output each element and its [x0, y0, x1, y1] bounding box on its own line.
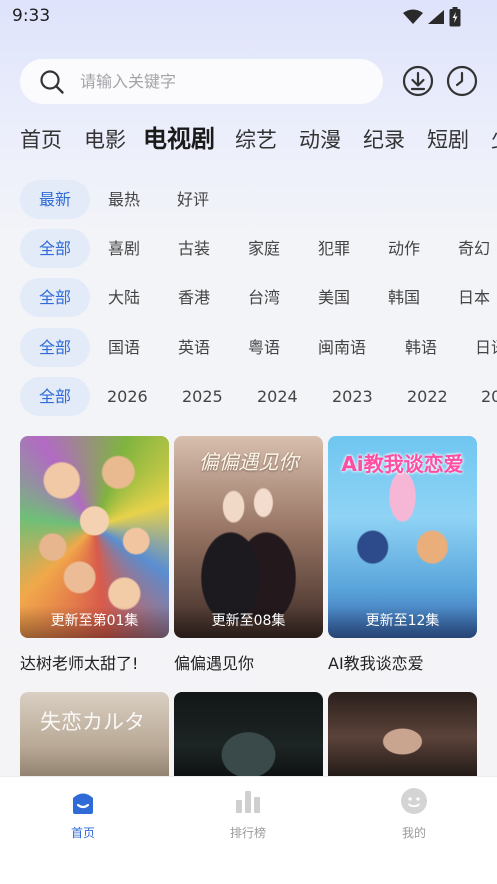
filter-chip[interactable]: 动作	[388, 229, 420, 268]
filter-chip[interactable]: 家庭	[248, 229, 280, 268]
poster[interactable]: Ai教我谈恋爱 更新至12集	[328, 436, 477, 638]
history-icon[interactable]	[446, 65, 478, 97]
nav-label: 首页	[70, 826, 95, 840]
filter-row-region: 全部 大陆 香港 台湾 美国 韩国 日本	[0, 278, 497, 318]
category-tabs: 首页 电影 电视剧 综艺 动漫 纪录 短剧 少	[20, 124, 497, 160]
filter-chip[interactable]: 奇幻	[458, 229, 490, 268]
filter-chip[interactable]: 2021	[481, 377, 497, 416]
filter-chip[interactable]: 韩国	[388, 278, 420, 317]
poster[interactable]: 失恋カルタ	[20, 692, 169, 782]
filter-chip[interactable]: 粤语	[248, 328, 280, 367]
filter-chip[interactable]: 全部	[20, 229, 90, 268]
filter-chip[interactable]: 2026	[107, 377, 148, 416]
filter-chip[interactable]: 国语	[108, 328, 140, 367]
tab-kids[interactable]: 少	[491, 124, 497, 156]
filter-chip[interactable]: 2023	[332, 377, 373, 416]
filter-chip[interactable]: 闽南语	[318, 328, 366, 367]
status-icons	[403, 7, 461, 27]
filter-row-genre: 全部 喜剧 古装 家庭 犯罪 动作 奇幻	[0, 229, 497, 269]
card-title: 偏偏遇见你	[174, 654, 255, 673]
ranking-icon	[236, 791, 260, 813]
filter-chip[interactable]: 最新	[20, 180, 90, 219]
tab-short-drama[interactable]: 短剧	[427, 124, 469, 156]
nav-home[interactable]: 首页	[33, 786, 133, 841]
filter-chip[interactable]: 犯罪	[318, 229, 350, 268]
tab-movie[interactable]: 电影	[84, 124, 126, 156]
search-bar[interactable]	[20, 59, 383, 104]
filter-row-language: 全部 国语 英语 粤语 闽南语 韩语 日语	[0, 328, 497, 368]
tab-tv-series[interactable]: 电视剧	[143, 124, 215, 155]
nav-ranking[interactable]: 排行榜	[198, 786, 298, 841]
drama-card[interactable]: 偏偏遇见你 更新至08集 偏偏遇见你	[174, 436, 323, 674]
tab-variety[interactable]: 综艺	[235, 124, 277, 156]
filter-chip[interactable]: 最热	[108, 180, 140, 219]
filter-chip[interactable]: 2022	[407, 377, 448, 416]
filter-row-sort: 最新 最热 好评	[0, 180, 497, 220]
poster[interactable]: 更新至第01集	[20, 436, 169, 638]
nav-label: 我的	[401, 826, 426, 840]
filter-chip[interactable]: 喜剧	[108, 229, 140, 268]
filter-chip[interactable]: 韩语	[405, 328, 437, 367]
filter-row-year: 全部 2026 2025 2024 2023 2022 2021	[0, 377, 497, 417]
card-title: 达树老师太甜了!	[20, 654, 139, 673]
filter-chip[interactable]: 2025	[182, 377, 223, 416]
tab-home[interactable]: 首页	[20, 124, 62, 156]
poster[interactable]: 偏偏遇见你 更新至08集	[174, 436, 323, 638]
poster[interactable]	[174, 692, 323, 782]
filter-chip[interactable]: 香港	[178, 278, 210, 317]
poster[interactable]	[328, 692, 477, 782]
episode-badge: 更新至12集	[328, 606, 477, 638]
card-title: AI教我谈恋爱	[328, 654, 424, 673]
filter-chip[interactable]: 美国	[318, 278, 350, 317]
filter-chip[interactable]: 2024	[257, 377, 298, 416]
nav-label: 排行榜	[229, 826, 266, 840]
tab-anime[interactable]: 动漫	[299, 124, 341, 156]
wifi-icon	[403, 9, 423, 24]
drama-card[interactable]: Ai教我谈恋爱 更新至12集 AI教我谈恋爱	[328, 436, 477, 674]
download-icon[interactable]	[402, 65, 434, 97]
signal-icon	[428, 10, 444, 24]
bottom-nav: 首页 排行榜 我的	[0, 776, 497, 884]
status-time: 9:33	[12, 6, 51, 26]
tab-documentary[interactable]: 纪录	[363, 124, 405, 156]
episode-badge: 更新至第01集	[20, 606, 169, 638]
filter-chip[interactable]: 全部	[20, 278, 90, 317]
filter-chip[interactable]: 日本	[458, 278, 490, 317]
status-bar: 9:33	[0, 0, 497, 34]
filter-chip[interactable]: 古装	[178, 229, 210, 268]
drama-card[interactable]: 更新至第01集 达树老师太甜了!	[20, 436, 169, 674]
filter-chip[interactable]: 日语	[475, 328, 497, 367]
filter-chip[interactable]: 好评	[177, 180, 209, 219]
battery-icon	[449, 7, 461, 27]
filter-chip[interactable]: 全部	[20, 377, 90, 416]
poster-title-art: Ai教我谈恋爱	[341, 452, 464, 476]
filter-chip[interactable]: 大陆	[108, 278, 140, 317]
poster-title-art: 失恋カルタ	[40, 710, 145, 734]
filter-chip[interactable]: 英语	[178, 328, 210, 367]
filter-chip[interactable]: 全部	[20, 328, 90, 367]
filter-chip[interactable]: 台湾	[248, 278, 280, 317]
home-icon	[73, 793, 93, 814]
profile-icon	[401, 788, 427, 814]
episode-badge: 更新至08集	[174, 606, 323, 638]
search-input[interactable]	[80, 59, 370, 104]
nav-profile[interactable]: 我的	[364, 786, 464, 841]
poster-title-art: 偏偏遇见你	[198, 450, 299, 474]
search-icon	[40, 70, 64, 94]
